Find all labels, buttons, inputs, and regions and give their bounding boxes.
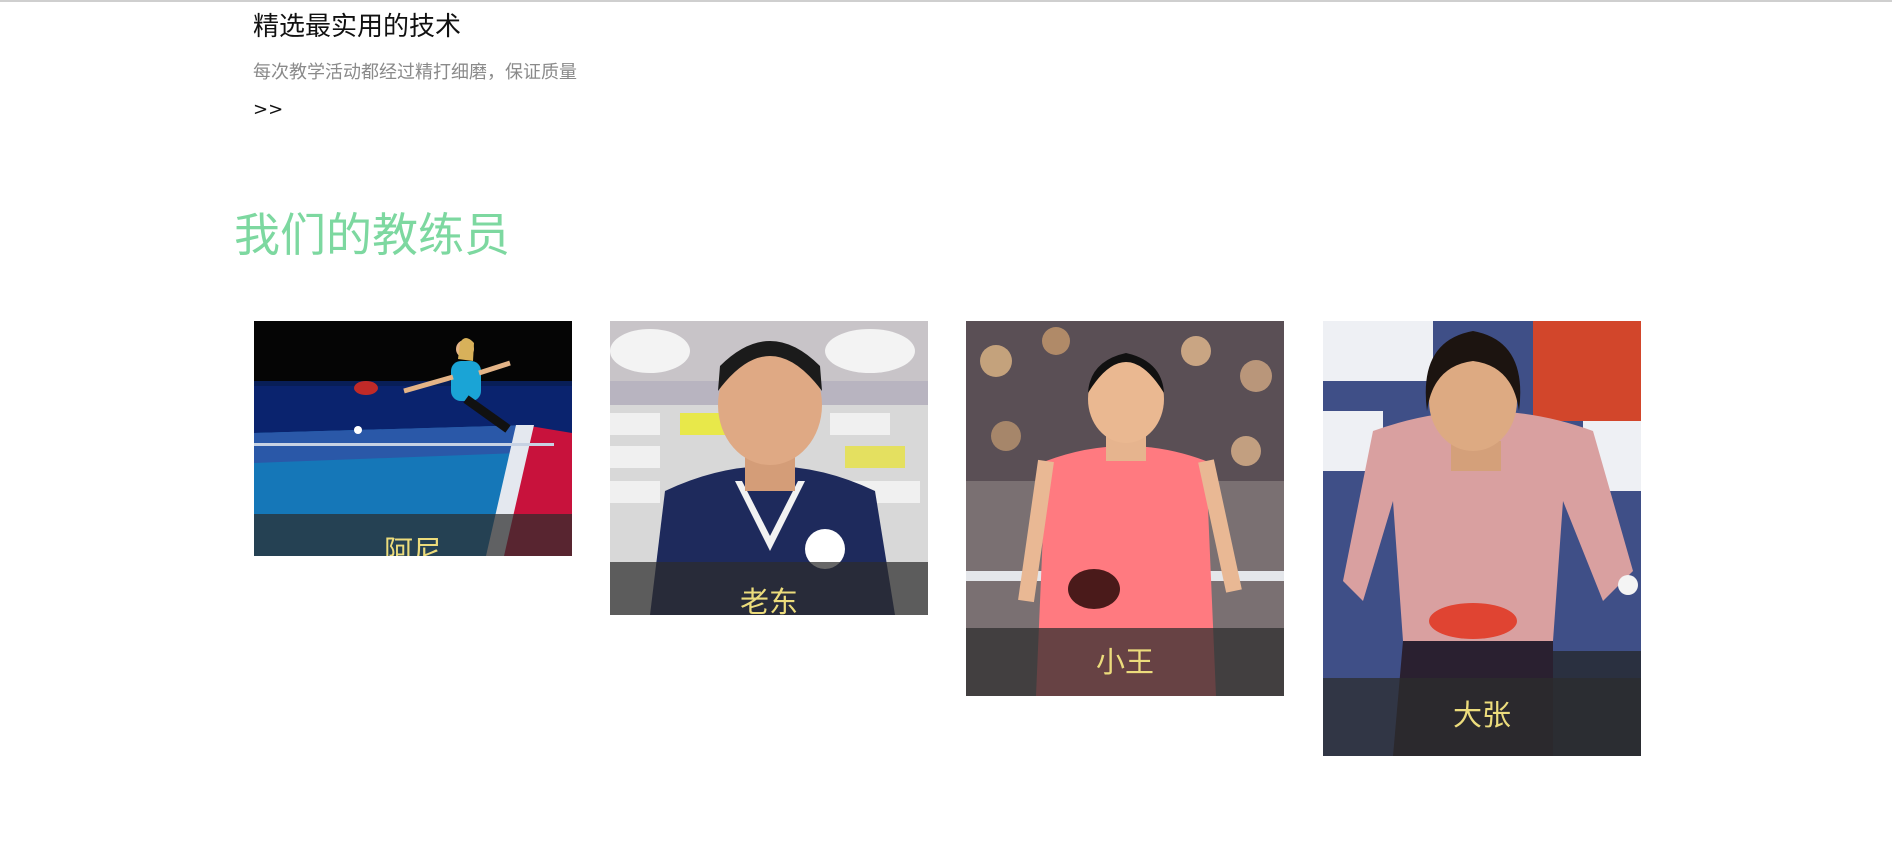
coach-card-dazhang[interactable]: 大张 [1323, 321, 1641, 756]
coach-name-caption: 小王 [966, 628, 1284, 696]
feature-title: 精选最实用的技术 [253, 12, 462, 42]
coach-name-caption: 大张 [1323, 678, 1641, 756]
coaches-section-title: 我们的教练员 [234, 208, 510, 262]
feature-description: 每次教学活动都经过精打细磨，保证质量 [253, 62, 577, 83]
coach-name-caption: 老东 [610, 562, 928, 615]
coach-card-xiaowang[interactable]: 小王 [966, 321, 1284, 696]
top-divider [0, 0, 1892, 2]
coach-card-ani[interactable]: 阿尼 [254, 321, 572, 556]
more-link[interactable]: >> [253, 99, 283, 120]
coach-name-caption: 阿尼 [254, 514, 572, 556]
coach-card-laodong[interactable]: 老东 [610, 321, 928, 615]
feature-block: 精选最实用的技术 每次教学活动都经过精打细磨，保证质量 >> [253, 10, 853, 120]
